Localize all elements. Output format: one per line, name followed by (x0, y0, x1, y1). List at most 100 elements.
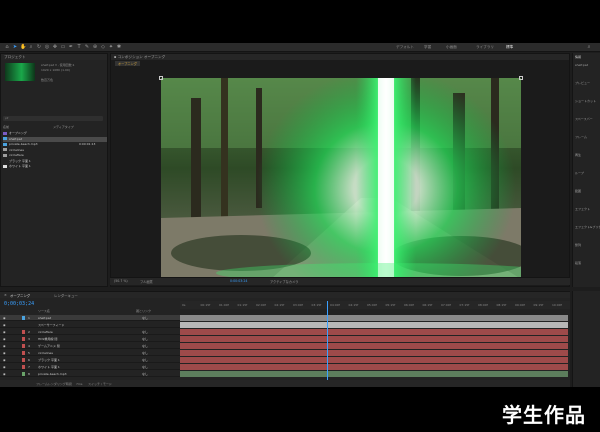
playhead[interactable] (327, 301, 328, 387)
right-panel-line[interactable]: プレビュー (575, 81, 590, 85)
visibility-eye-icon[interactable]: ◉ (3, 315, 6, 321)
layer-row[interactable]: ◉ 8 private-beach.mp3 なし (0, 371, 180, 377)
column-name-label[interactable]: 名前 (3, 125, 9, 129)
layer-parent-select[interactable]: なし (142, 336, 148, 342)
layer-label-color[interactable] (22, 372, 25, 376)
layer-row[interactable]: ◉ 2 circleflare なし (0, 329, 180, 335)
layer-parent-select[interactable]: なし (142, 350, 148, 356)
layer-parent-select[interactable]: なし (142, 343, 148, 349)
layer-row[interactable]: ◉ 1 shelf.psd なし (0, 315, 180, 321)
close-icon[interactable]: × (4, 293, 7, 297)
layer-row[interactable]: ◉ スペーサーフィード (0, 322, 180, 328)
right-panel-line[interactable]: フレーム (575, 135, 587, 139)
project-item[interactable]: ブラック 平面 1 (3, 159, 107, 164)
transform-handle[interactable] (159, 76, 163, 80)
right-panel-line[interactable]: ショートカット (575, 99, 596, 103)
layer-label-color[interactable] (22, 344, 25, 348)
layer-duration-bar[interactable] (180, 315, 568, 321)
column-parent-link[interactable]: 親とリンク (136, 309, 151, 313)
project-item[interactable]: circleflare (3, 153, 107, 158)
layer-row[interactable]: ◉ 4 ゲームアニメ 閉 なし (0, 343, 180, 349)
pan-behind-tool-icon[interactable]: ✥ (52, 44, 58, 50)
layer-row[interactable]: ◉ 7 ホワイト 平面 1 なし (0, 364, 180, 370)
resolution-select[interactable]: フル画質 (140, 279, 153, 284)
workspace-small-screen[interactable]: 小画面 (446, 45, 457, 50)
visibility-eye-icon[interactable]: ◉ (3, 343, 6, 349)
right-panel-line[interactable]: エフェクト (575, 207, 590, 211)
layer-duration-bar[interactable] (180, 357, 568, 363)
composition-subtab[interactable]: オープニング (115, 61, 140, 66)
layer-label-color[interactable] (22, 337, 25, 341)
workspace-libraries[interactable]: ライブラリ (476, 45, 494, 50)
selection-tool-icon[interactable]: ➤ (12, 44, 18, 50)
project-item[interactable]: shelf.psd (3, 136, 107, 142)
project-tab[interactable]: プロジェクト (1, 54, 107, 60)
visibility-eye-icon[interactable]: ◉ (3, 364, 6, 370)
right-panel-line[interactable]: 範囲 (575, 189, 581, 193)
transform-handle[interactable] (519, 76, 523, 80)
composition-frame[interactable] (161, 78, 521, 279)
layer-label-color[interactable] (22, 351, 25, 355)
layer-duration-bar[interactable] (180, 336, 568, 342)
layer-row[interactable]: ◉ 5 circlelines なし (0, 350, 180, 356)
camera-tool-icon[interactable]: ◎ (44, 44, 50, 50)
right-panel-line[interactable]: スペースバー (575, 117, 593, 121)
project-item[interactable]: circlelines (3, 148, 107, 153)
home-icon[interactable]: ⌂ (4, 44, 10, 50)
layer-label-color[interactable] (22, 365, 25, 369)
pen-tool-icon[interactable]: ✒ (68, 44, 74, 50)
toggle-switches-modes[interactable]: スイッチ / モード (88, 382, 112, 386)
workspace-default[interactable]: デフォルト (396, 45, 414, 50)
layer-duration-bar[interactable] (180, 371, 568, 377)
layer-row[interactable]: ◉ 3 HD9重用線 閉 なし (0, 336, 180, 342)
clone-tool-icon[interactable]: ⊕ (92, 44, 98, 50)
visibility-eye-icon[interactable]: ◉ (3, 371, 6, 377)
right-panel-line[interactable]: エフェクト&プリセット (575, 225, 600, 229)
composition-tab[interactable]: ▪ コンポジション オープニング (111, 54, 569, 60)
timeline-timecode[interactable]: 0;00;03;24 (4, 301, 34, 307)
layer-duration-bar[interactable] (180, 364, 568, 370)
layer-label-color[interactable] (22, 358, 25, 362)
layer-parent-select[interactable]: なし (142, 357, 148, 363)
right-panel-line[interactable]: shelf.psd (575, 63, 588, 67)
layer-duration-bar[interactable] (180, 343, 568, 349)
visibility-eye-icon[interactable]: ◉ (3, 336, 6, 342)
right-panel-line[interactable]: 整列 (575, 243, 581, 247)
layer-name[interactable]: circleflare (38, 329, 53, 335)
layer-name[interactable]: ゲームアニメ 閉 (38, 343, 60, 349)
column-source-name[interactable]: ソース名 (38, 309, 50, 313)
layer-name[interactable]: private-beach.mp3 (38, 371, 67, 377)
magnification-select[interactable]: (50.7 %) (114, 279, 128, 283)
right-panel-line[interactable]: 再生 (575, 153, 581, 157)
layer-parent-select[interactable]: なし (142, 329, 148, 335)
visibility-eye-icon[interactable]: ◉ (3, 322, 6, 328)
layer-label-color[interactable] (22, 316, 25, 320)
layer-duration-bar[interactable] (180, 322, 568, 328)
layer-label-color[interactable] (22, 330, 25, 334)
project-item[interactable]: オープニング (3, 131, 107, 136)
brush-tool-icon[interactable]: ✎ (84, 44, 90, 50)
rotate-tool-icon[interactable]: ↻ (36, 44, 42, 50)
project-item[interactable]: private-beach.mp3 0:00:01:13 (3, 142, 107, 147)
right-panel-line[interactable]: ループ (575, 171, 584, 175)
layer-parent-select[interactable]: なし (142, 364, 148, 370)
layer-parent-select[interactable]: なし (142, 315, 148, 321)
layer-name[interactable]: HD9重用線 閉 (38, 336, 57, 342)
roto-tool-icon[interactable]: ✦ (108, 44, 114, 50)
mask-tool-icon[interactable]: ▭ (60, 44, 66, 50)
layer-duration-bar[interactable] (180, 329, 568, 335)
hand-tool-icon[interactable]: ✋ (20, 44, 26, 50)
layer-name[interactable]: ホワイト 平面 1 (38, 364, 60, 370)
layer-duration-bar[interactable] (180, 350, 568, 356)
column-type-label[interactable]: メディアタイプ (53, 125, 74, 129)
layer-row[interactable]: ◉ 6 ブラック 平面 1 なし (0, 357, 180, 363)
project-item[interactable]: ホワイト 平面 1 (3, 164, 107, 169)
tab-render-queue[interactable]: レンダーキュー (54, 293, 78, 298)
workspace-learn[interactable]: 学習 (424, 45, 431, 50)
layer-name[interactable]: shelf.psd (38, 315, 51, 321)
search-icon[interactable]: ⌕ (586, 44, 592, 50)
puppet-tool-icon[interactable]: ✱ (116, 44, 122, 50)
layer-name[interactable]: circlelines (38, 350, 53, 356)
right-panel-line[interactable]: 段落 (575, 261, 581, 265)
visibility-eye-icon[interactable]: ◉ (3, 329, 6, 335)
